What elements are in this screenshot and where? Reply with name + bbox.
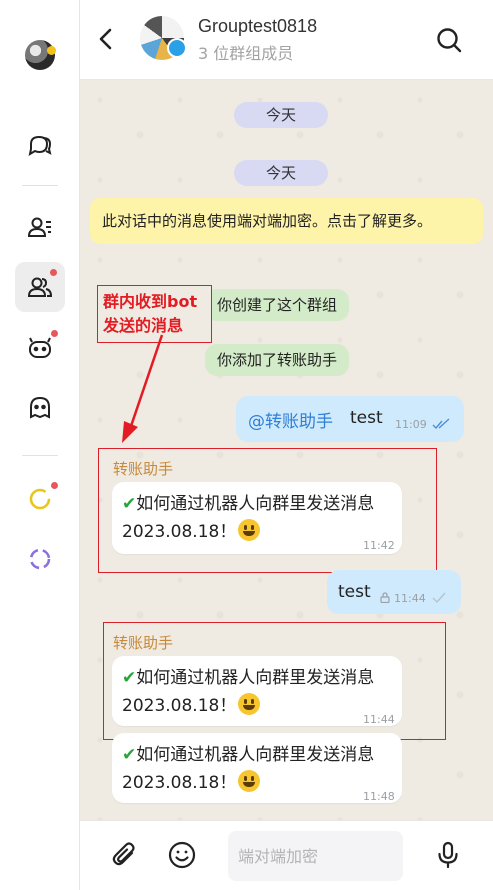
- message-input[interactable]: [228, 831, 403, 881]
- chat-bubbles-icon: [28, 135, 52, 157]
- message-time: 11:42: [363, 539, 395, 552]
- date-separator: 今天: [234, 160, 329, 186]
- status-badge-dot: [51, 482, 58, 489]
- group-badge-icon: [167, 38, 187, 58]
- chat-header: Grouptest0818 3 位群组成员: [80, 0, 493, 80]
- mention-link[interactable]: @转账助手: [248, 407, 333, 432]
- paperclip-icon[interactable]: [110, 840, 140, 870]
- message-list[interactable]: 今天 今天 此对话中的消息使用端对端加密。点击了解更多。 你创建了这个群组 你添…: [80, 80, 493, 820]
- purple-status-ring-icon: [29, 548, 51, 570]
- sender-name[interactable]: 转账助手: [113, 632, 173, 653]
- message-time: 11:48: [363, 790, 395, 803]
- annotation-arrow-icon: [122, 334, 164, 443]
- group-member-count: 3 位群组成员: [198, 44, 294, 63]
- chats-nav[interactable]: [15, 120, 65, 170]
- outgoing-message[interactable]: @转账助手 test 11:09: [236, 396, 464, 442]
- message-time: 11:44: [363, 713, 395, 726]
- microphone-icon[interactable]: [433, 840, 463, 870]
- bots-badge-dot: [51, 330, 58, 337]
- date-separator: 今天: [234, 102, 329, 128]
- message-text: test: [350, 408, 383, 428]
- message-body: ✔如何通过机器人向群里发送消息2023.08.18！: [122, 741, 392, 797]
- emoji-icon[interactable]: [167, 840, 197, 870]
- outgoing-message[interactable]: test 11:44: [327, 570, 461, 614]
- read-check-icon: [432, 418, 450, 430]
- profile-avatar[interactable]: [25, 40, 56, 70]
- yellow-status-ring-icon: [29, 488, 51, 510]
- group-avatar[interactable]: [140, 16, 187, 60]
- anonymous-nav[interactable]: [15, 383, 65, 433]
- incoming-message[interactable]: ✔如何通过机器人向群里发送消息2023.08.18！ 11:44: [112, 656, 402, 726]
- encryption-notice[interactable]: 此对话中的消息使用端对端加密。点击了解更多。: [90, 198, 483, 244]
- contacts-nav[interactable]: [15, 202, 65, 252]
- lock-icon: [380, 592, 390, 603]
- grinning-emoji-icon: [238, 770, 261, 792]
- status-yellow-nav[interactable]: [15, 474, 65, 524]
- message-body: ✔如何通过机器人向群里发送消息2023.08.18！: [122, 490, 392, 546]
- grinning-emoji-icon: [238, 519, 261, 541]
- message-time: 11:44: [394, 592, 426, 605]
- incoming-message[interactable]: ✔如何通过机器人向群里发送消息2023.08.18！ 11:48: [112, 733, 402, 803]
- groups-nav[interactable]: [15, 262, 65, 312]
- message-text: test: [338, 582, 371, 602]
- group-title[interactable]: Grouptest0818: [198, 16, 317, 37]
- back-arrow-icon[interactable]: [94, 24, 118, 54]
- system-message: 你创建了这个群组: [205, 289, 350, 321]
- status-purple-nav[interactable]: [15, 534, 65, 584]
- bots-nav[interactable]: [15, 322, 65, 372]
- contacts-icon: [27, 217, 51, 237]
- bot-icon: [29, 337, 51, 358]
- message-body: ✔如何通过机器人向群里发送消息2023.08.18！: [122, 664, 392, 720]
- grinning-emoji-icon: [238, 693, 261, 715]
- sent-check-icon: [432, 592, 446, 603]
- groups-icon: [27, 277, 53, 297]
- check-mark-icon: ✔: [122, 494, 137, 514]
- composer-bar: [80, 820, 493, 890]
- sender-name[interactable]: 转账助手: [113, 458, 173, 479]
- groups-badge-dot: [50, 269, 57, 276]
- check-mark-icon: ✔: [122, 745, 137, 765]
- rail-divider: [22, 455, 58, 456]
- message-time: 11:09: [395, 418, 427, 431]
- system-message: 你添加了转账助手: [205, 344, 350, 376]
- left-rail: [0, 0, 80, 890]
- check-mark-icon: ✔: [122, 668, 137, 688]
- app: Grouptest0818 3 位群组成员 今天 今天 此对话中的消息使用端对端…: [0, 0, 493, 890]
- ghost-icon: [30, 396, 50, 419]
- rail-divider: [22, 185, 58, 186]
- search-icon[interactable]: [435, 26, 463, 54]
- incoming-message[interactable]: ✔如何通过机器人向群里发送消息2023.08.18！ 11:42: [112, 482, 402, 554]
